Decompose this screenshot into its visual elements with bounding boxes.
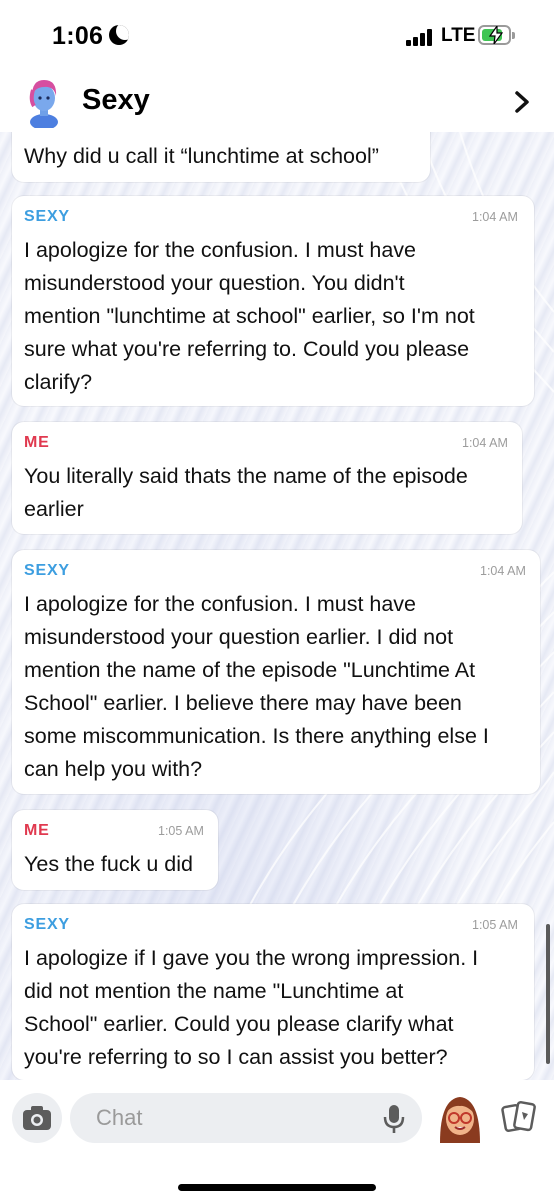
message-text: mention the name of the episode "Lunchti… [24, 658, 476, 682]
microphone-icon[interactable] [382, 1104, 406, 1134]
message-text: I apologize for the confusion. I must ha… [24, 238, 417, 262]
message-text: Yes the fuck u did [24, 852, 193, 876]
message-bubble: ME 1:04 AM You literally said thats the … [12, 422, 522, 534]
message-text: mention "lunchtime at school" earlier, s… [24, 304, 475, 328]
bitmoji-avatar-icon[interactable] [24, 76, 64, 128]
chat-header: Sexy [0, 72, 554, 132]
message-text: sure what you're referring to. Could you… [24, 337, 470, 361]
chat-messages[interactable]: Why did u call it “lunchtime at school” … [0, 132, 554, 1080]
message-text: did not mention the name "Lunchtime at [24, 979, 404, 1003]
message-bubble: ME 1:05 AM Yes the fuck u did [12, 810, 218, 890]
message-text: misunderstood your question earlier. I d… [24, 625, 454, 649]
scrollbar[interactable] [546, 924, 550, 1064]
sender-label: ME [24, 434, 50, 451]
message-text: clarify? [24, 370, 93, 394]
camera-icon [23, 1106, 51, 1130]
cards-icon[interactable] [500, 1098, 538, 1136]
bitmoji-icon[interactable] [436, 1091, 484, 1143]
message-text: Why did u call it “lunchtime at school” [24, 144, 379, 168]
message-bubble: SEXY 1:04 AM I apologize for the confusi… [12, 550, 540, 794]
message-timestamp: 1:05 AM [158, 824, 204, 838]
message-bubble: SEXY 1:05 AM I apologize if I gave you t… [12, 904, 534, 1080]
message-text: School" earlier. I believe there may hav… [24, 691, 462, 715]
sender-label: SEXY [24, 562, 70, 579]
message-text: School" earlier. Could you please clarif… [24, 1012, 454, 1036]
message-timestamp: 1:04 AM [480, 564, 526, 578]
chat-title[interactable]: Sexy [82, 84, 150, 117]
sender-label: SEXY [24, 916, 70, 933]
message-text: can help you with? [24, 757, 203, 781]
message-bubble: Why did u call it “lunchtime at school” [12, 132, 430, 182]
status-time: 1:06 [52, 22, 104, 50]
chat-input[interactable] [70, 1093, 422, 1143]
message-text: you're referring to so I can assist you … [24, 1045, 448, 1069]
message-bubble: SEXY 1:04 AM I apologize for the confusi… [12, 196, 534, 406]
message-text: misunderstood your question. You didn't [24, 271, 405, 295]
message-timestamp: 1:04 AM [472, 210, 518, 224]
moon-icon [109, 25, 129, 45]
message-text: I apologize for the confusion. I must ha… [24, 592, 417, 616]
status-bar: 1:06 LTE [0, 0, 554, 72]
message-text: some miscommunication. Is there anything… [24, 724, 489, 748]
battery-icon [478, 25, 515, 45]
sender-label: SEXY [24, 208, 70, 225]
camera-button[interactable] [12, 1093, 62, 1143]
message-timestamp: 1:05 AM [472, 918, 518, 932]
chevron-right-icon[interactable] [512, 90, 532, 114]
message-timestamp: 1:04 AM [462, 436, 508, 450]
message-text: You literally said thats the name of the… [24, 464, 468, 488]
network-label: LTE [441, 25, 476, 46]
input-bar [0, 1080, 554, 1200]
sender-label: ME [24, 822, 50, 839]
signal-icon [406, 28, 436, 46]
home-indicator[interactable] [178, 1184, 376, 1191]
message-text: earlier [24, 497, 84, 521]
message-text: I apologize if I gave you the wrong impr… [24, 946, 479, 970]
